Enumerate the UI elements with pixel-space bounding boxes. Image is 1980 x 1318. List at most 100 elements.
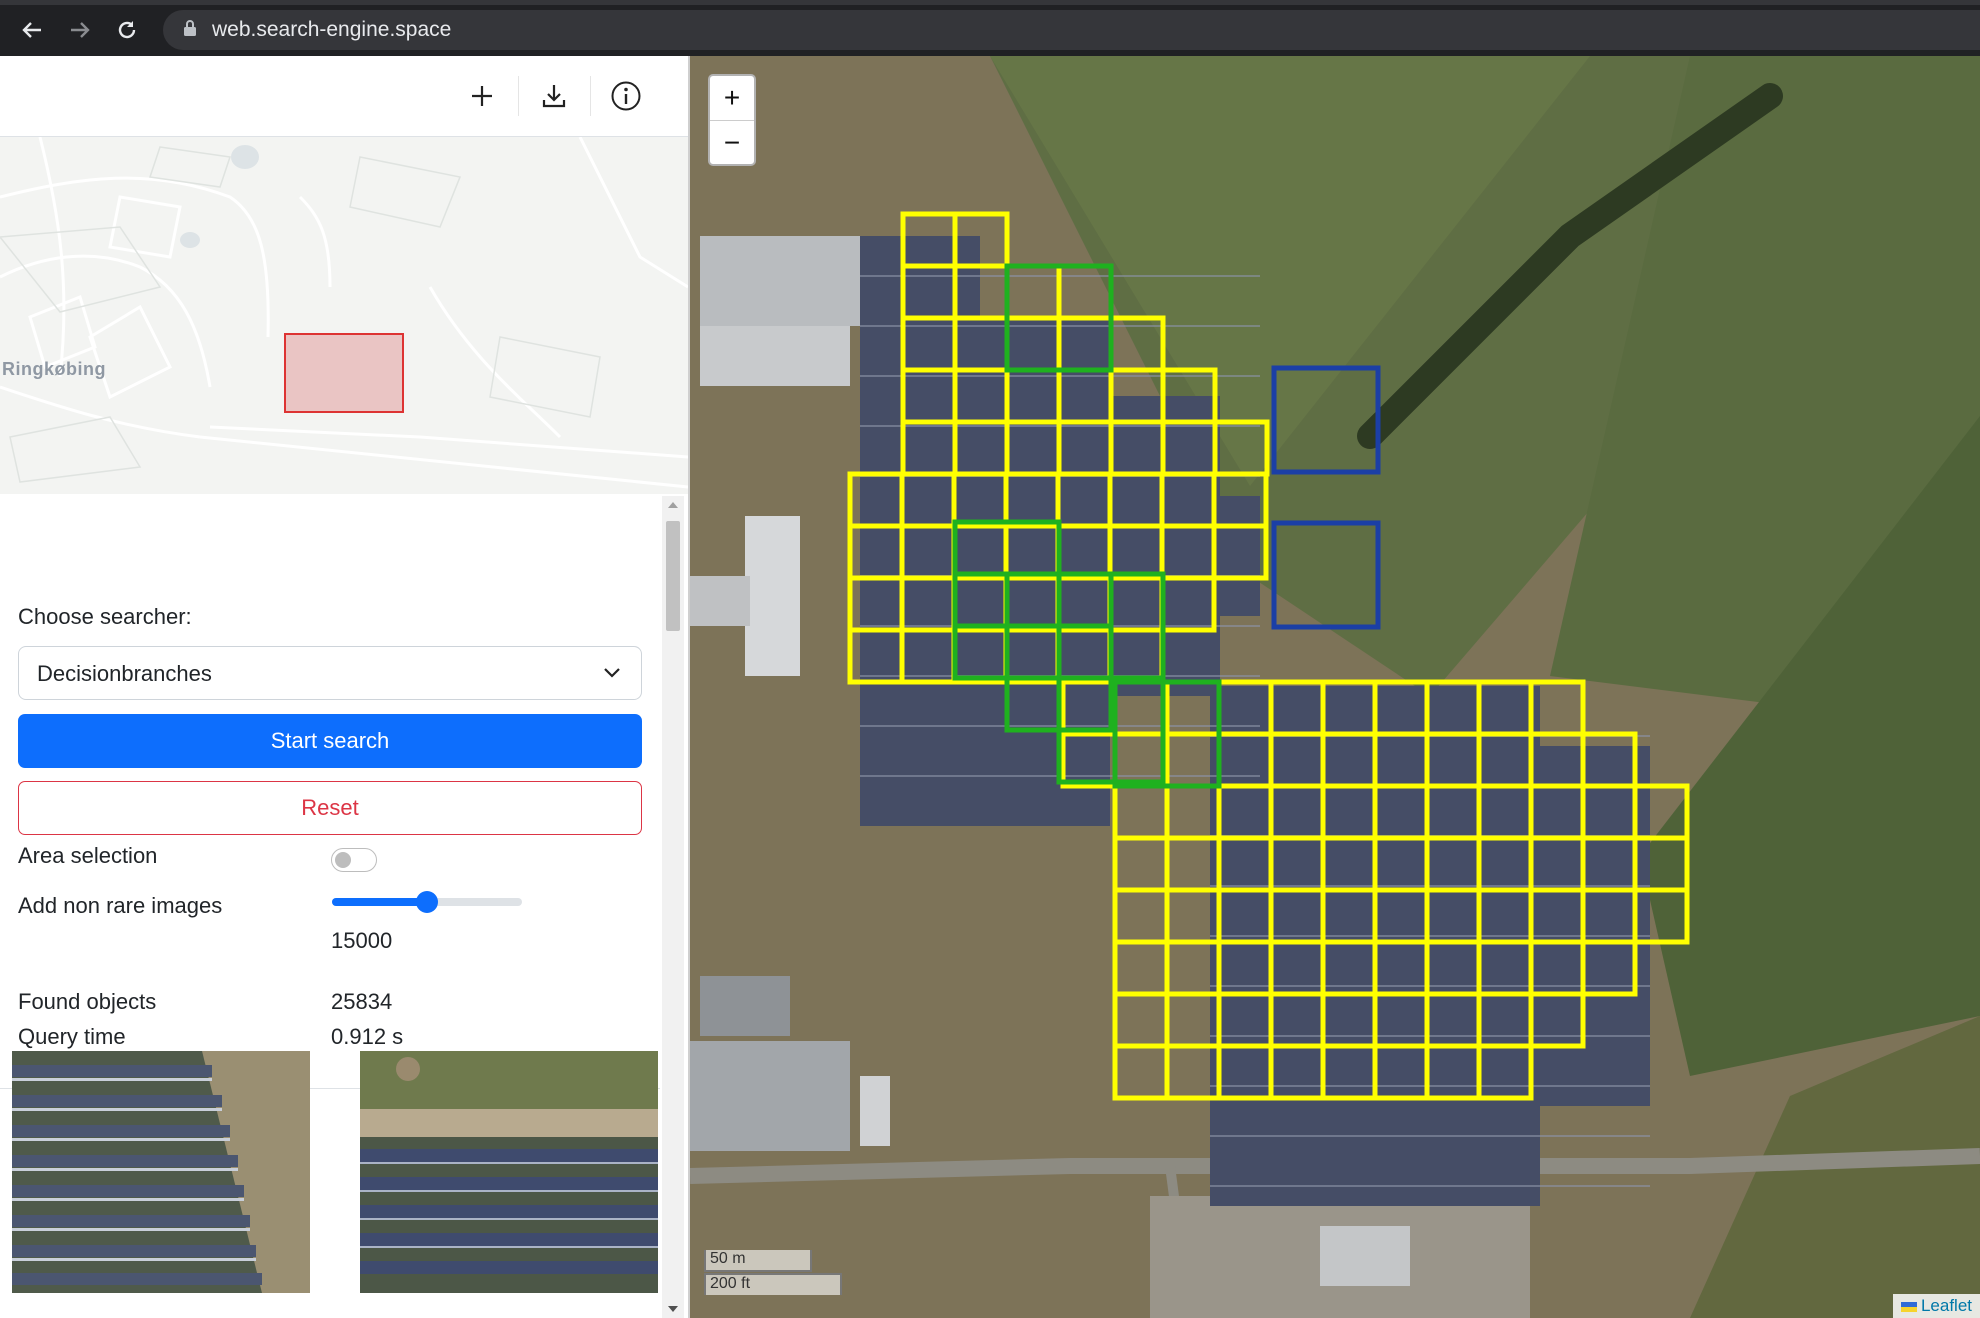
grid-cell-yellow[interactable]: [1112, 887, 1170, 945]
grid-cell-yellow[interactable]: [1159, 575, 1217, 633]
grid-cell-yellow[interactable]: [1268, 1043, 1326, 1101]
grid-cell-yellow[interactable]: [1055, 627, 1113, 685]
grid-cell-yellow[interactable]: [900, 315, 958, 373]
grid-cell-yellow[interactable]: [900, 367, 958, 425]
result-thumbnail[interactable]: [360, 1051, 658, 1293]
grid-cell-yellow[interactable]: [1211, 471, 1269, 529]
selected-area-rectangle[interactable]: [284, 333, 404, 413]
grid-cell-yellow[interactable]: [1424, 887, 1482, 945]
grid-cell-yellow[interactable]: [899, 523, 957, 581]
overview-minimap[interactable]: Ringkøbing: [0, 137, 688, 494]
grid-cell-yellow[interactable]: [1424, 1043, 1482, 1101]
grid-cell-yellow[interactable]: [951, 471, 1009, 529]
grid-cell-yellow[interactable]: [1159, 471, 1217, 529]
grid-cell-yellow[interactable]: [1476, 679, 1534, 737]
grid-cell-yellow[interactable]: [1112, 679, 1170, 737]
grid-cell-yellow[interactable]: [1004, 419, 1062, 477]
plus-icon[interactable]: [457, 74, 507, 118]
candidate-box-blue[interactable]: [1271, 520, 1381, 630]
grid-cell-yellow[interactable]: [1160, 367, 1218, 425]
grid-cell-yellow[interactable]: [1108, 419, 1166, 477]
grid-cell-yellow[interactable]: [1108, 367, 1166, 425]
grid-cell-yellow[interactable]: [1004, 367, 1062, 425]
grid-cell-yellow[interactable]: [1216, 835, 1274, 893]
grid-cell-yellow[interactable]: [1164, 835, 1222, 893]
grid-cell-yellow[interactable]: [1268, 731, 1326, 789]
grid-cell-yellow[interactable]: [1268, 939, 1326, 997]
satellite-map[interactable]: + − 50 m 200 ft Leaflet: [690, 56, 1980, 1318]
grid-cell-yellow[interactable]: [1164, 939, 1222, 997]
grid-cell-yellow[interactable]: [1320, 939, 1378, 997]
grid-cell-yellow[interactable]: [1055, 523, 1113, 581]
scroll-down-arrow-icon[interactable]: [668, 1306, 678, 1312]
grid-cell-yellow[interactable]: [1112, 939, 1170, 997]
grid-cell-yellow[interactable]: [1320, 1043, 1378, 1101]
grid-cell-yellow[interactable]: [1476, 939, 1534, 997]
grid-cell-yellow[interactable]: [1372, 835, 1430, 893]
grid-cell-yellow[interactable]: [1160, 419, 1218, 477]
grid-cell-yellow[interactable]: [1528, 939, 1586, 997]
forward-arrow-icon[interactable]: [60, 10, 100, 50]
grid-cell-yellow[interactable]: [951, 627, 1009, 685]
grid-cell-yellow[interactable]: [1580, 835, 1638, 893]
grid-cell-yellow[interactable]: [1372, 991, 1430, 1049]
grid-cell-yellow[interactable]: [1212, 419, 1270, 477]
grid-cell-yellow[interactable]: [900, 263, 958, 321]
grid-cell-yellow[interactable]: [1476, 731, 1534, 789]
grid-cell-yellow[interactable]: [1056, 367, 1114, 425]
grid-cell-yellow[interactable]: [952, 315, 1010, 373]
grid-cell-yellow[interactable]: [1216, 887, 1274, 945]
grid-cell-yellow[interactable]: [1164, 731, 1222, 789]
zoom-in-button[interactable]: +: [710, 76, 754, 120]
grid-cell-yellow[interactable]: [1372, 731, 1430, 789]
grid-cell-yellow[interactable]: [1164, 679, 1222, 737]
grid-cell-yellow[interactable]: [1632, 783, 1690, 841]
info-icon[interactable]: [601, 74, 651, 118]
grid-cell-yellow[interactable]: [1159, 523, 1217, 581]
grid-cell-yellow[interactable]: [1580, 939, 1638, 997]
grid-cell-yellow[interactable]: [1372, 783, 1430, 841]
grid-cell-yellow[interactable]: [1476, 1043, 1534, 1101]
grid-cell-yellow[interactable]: [1528, 731, 1586, 789]
grid-cell-yellow[interactable]: [1268, 679, 1326, 737]
grid-cell-yellow[interactable]: [1580, 887, 1638, 945]
grid-cell-yellow[interactable]: [1056, 419, 1114, 477]
grid-cell-yellow[interactable]: [952, 367, 1010, 425]
grid-cell-yellow[interactable]: [1060, 731, 1118, 789]
grid-cell-yellow[interactable]: [1216, 991, 1274, 1049]
searcher-select[interactable]: Decisionbranches: [18, 646, 642, 700]
grid-cell-yellow[interactable]: [1107, 471, 1165, 529]
grid-cell-yellow[interactable]: [900, 419, 958, 477]
grid-cell-yellow[interactable]: [1528, 783, 1586, 841]
grid-cell-yellow[interactable]: [1268, 783, 1326, 841]
slider-thumb[interactable]: [416, 891, 438, 913]
grid-cell-yellow[interactable]: [1004, 315, 1062, 373]
grid-cell-yellow[interactable]: [1164, 887, 1222, 945]
reload-icon[interactable]: [107, 10, 147, 50]
zoom-out-button[interactable]: −: [710, 121, 754, 165]
grid-cell-yellow[interactable]: [1216, 783, 1274, 841]
grid-cell-yellow[interactable]: [1055, 471, 1113, 529]
grid-cell-yellow[interactable]: [1476, 835, 1534, 893]
candidate-box-blue[interactable]: [1271, 365, 1381, 475]
grid-cell-yellow[interactable]: [1004, 263, 1062, 321]
grid-cell-yellow[interactable]: [1632, 835, 1690, 893]
grid-cell-yellow[interactable]: [1424, 835, 1482, 893]
grid-cell-yellow[interactable]: [1060, 679, 1118, 737]
grid-cell-yellow[interactable]: [1528, 679, 1586, 737]
grid-cell-yellow[interactable]: [1424, 731, 1482, 789]
back-arrow-icon[interactable]: [12, 10, 52, 50]
start-search-button[interactable]: Start search: [18, 714, 642, 768]
grid-cell-yellow[interactable]: [1112, 991, 1170, 1049]
result-thumbnail[interactable]: [12, 1051, 310, 1293]
grid-cell-yellow[interactable]: [1372, 679, 1430, 737]
scroll-up-arrow-icon[interactable]: [668, 502, 678, 508]
address-bar[interactable]: web.search-engine.space: [163, 10, 1980, 50]
grid-cell-yellow[interactable]: [1320, 731, 1378, 789]
grid-cell-yellow[interactable]: [1003, 575, 1061, 633]
grid-cell-yellow[interactable]: [1216, 679, 1274, 737]
grid-cell-yellow[interactable]: [1476, 991, 1534, 1049]
grid-cell-yellow[interactable]: [1108, 315, 1166, 373]
grid-cell-yellow[interactable]: [899, 627, 957, 685]
grid-cell-yellow[interactable]: [899, 575, 957, 633]
